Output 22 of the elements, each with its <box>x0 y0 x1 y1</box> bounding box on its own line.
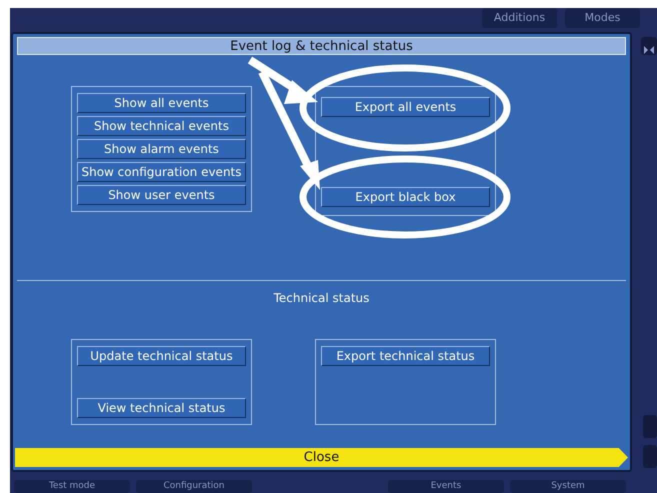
menu-button[interactable]: Configuration <box>136 480 252 493</box>
close-button[interactable]: Close <box>15 448 628 467</box>
side-button[interactable] <box>643 445 657 468</box>
menu-button[interactable]: System <box>510 480 626 493</box>
side-button[interactable] <box>643 415 657 438</box>
section-title: Technical status <box>272 290 370 307</box>
status-button[interactable]: View technical status <box>77 398 246 418</box>
export-button[interactable]: Export technical status <box>321 346 490 366</box>
event-filter-button[interactable]: Show configuration events <box>77 162 246 182</box>
status-button[interactable]: Update technical status <box>77 346 246 366</box>
dialog-title: Event log & technical status <box>17 37 626 55</box>
menu-button[interactable]: Test mode <box>14 480 130 493</box>
event-filter-button[interactable]: Show all events <box>77 93 246 113</box>
menu-button[interactable]: Additions <box>482 8 557 28</box>
export-button[interactable]: Export all events <box>321 97 490 117</box>
event-filter-button[interactable]: Show alarm events <box>77 139 246 159</box>
event-filter-button[interactable]: Show technical events <box>77 116 246 136</box>
export-button[interactable]: Export black box <box>321 187 490 207</box>
event-filter-button[interactable]: Show user events <box>77 185 246 205</box>
skip-icon[interactable] <box>641 37 657 55</box>
menu-button[interactable]: Events <box>388 480 504 493</box>
menu-button[interactable]: Modes <box>565 8 640 28</box>
